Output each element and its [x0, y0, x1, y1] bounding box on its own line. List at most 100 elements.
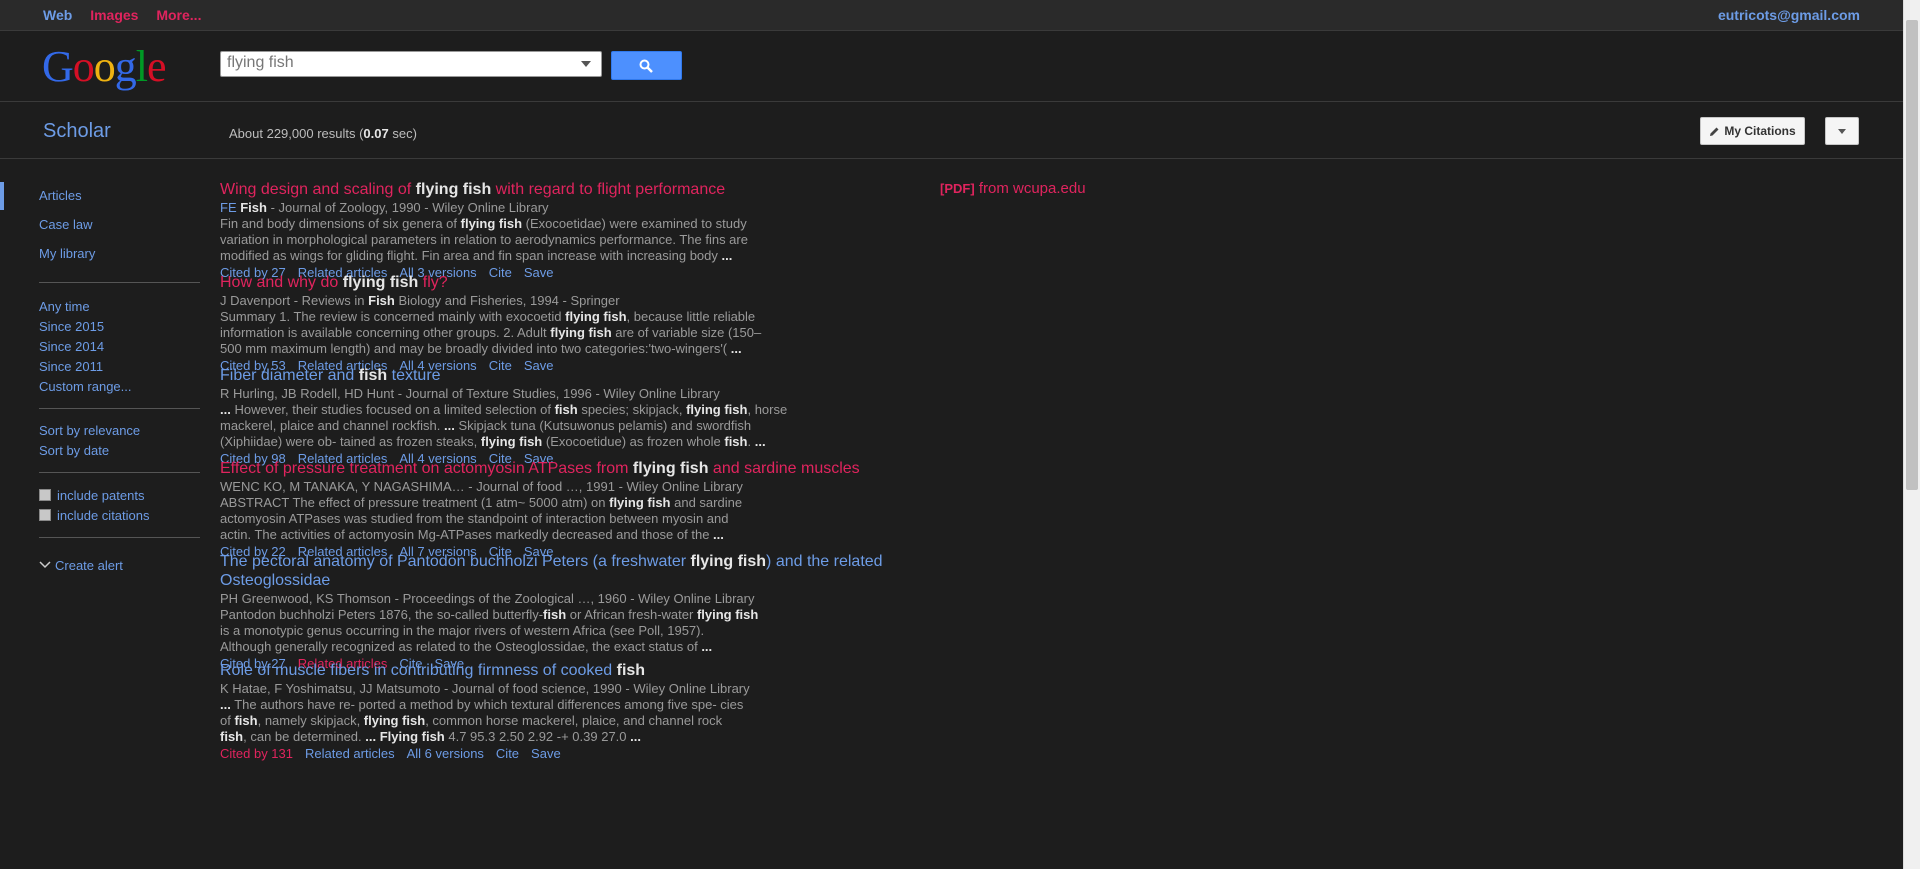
logo-letter: g: [114, 42, 137, 91]
result-title-link[interactable]: Role of muscle fibers in contributing fi…: [220, 661, 920, 680]
scrollbar-thumb[interactable]: [1906, 20, 1918, 490]
scholar-title[interactable]: Scholar: [43, 120, 111, 143]
text-segment: texture: [387, 367, 441, 384]
text-segment: fish: [554, 402, 578, 417]
text-segment: Biology and Fisheries, 1994 - Springer: [394, 293, 620, 308]
result-title-link[interactable]: The pectoral anatomy of Pantodon buchhol…: [220, 552, 920, 590]
text-segment: are of variable size (150–: [611, 325, 762, 340]
create-alert-link[interactable]: Create alert: [39, 558, 123, 573]
text-segment: Fish: [240, 200, 267, 215]
text-segment: flying fish: [363, 713, 426, 728]
text-segment: ...: [713, 527, 724, 542]
sidebar-item-sort-relevance[interactable]: Sort by relevance: [39, 423, 140, 438]
text-segment: species; skipjack,: [577, 402, 687, 417]
nav-web[interactable]: Web: [43, 7, 72, 23]
text-segment: actin. The activities of actomyosin Mg-A…: [220, 527, 714, 542]
text-segment: , horse: [747, 402, 788, 417]
sidebar-item-case-law[interactable]: Case law: [39, 217, 92, 232]
pencil-icon: [1710, 127, 1719, 136]
text-segment: flying fish: [686, 402, 748, 417]
result-snippet-line: Summary 1. The review is concerned mainl…: [220, 309, 920, 325]
text-segment: or African fresh-water: [566, 607, 697, 622]
text-segment: Summary 1. The review is concerned mainl…: [220, 309, 566, 324]
text-segment: ...: [721, 248, 733, 263]
result-authors: FE Fish - Journal of Zoology, 1990 - Wil…: [220, 200, 920, 216]
include-patents-checkbox[interactable]: [39, 489, 51, 501]
result-title-link[interactable]: Fiber diameter and fish texture: [220, 366, 920, 385]
result-snippet-line: modified as wings for gliding flight. Fi…: [220, 248, 920, 264]
my-citations-button[interactable]: My Citations: [1700, 117, 1805, 145]
sidebar-item-since-2011[interactable]: Since 2011: [39, 359, 103, 374]
account-email[interactable]: eutricots@gmail.com: [1718, 7, 1860, 23]
text-segment: The pectoral anatomy of Pantodon buchhol…: [220, 553, 691, 570]
text-segment: fish: [234, 713, 258, 728]
search-header: Google: [0, 31, 1903, 102]
result-snippet-line: ... The authors have re- ported a method…: [220, 697, 920, 713]
search-button[interactable]: [611, 51, 682, 80]
result-snippet-line: fish, can be determined. ... Flying fish…: [220, 729, 920, 745]
search-options-dropdown-icon[interactable]: [581, 61, 591, 67]
related-articles-link[interactable]: Related articles: [305, 746, 395, 761]
text-segment: flying fish: [415, 181, 492, 198]
text-segment: fish: [358, 367, 388, 384]
result-snippet-line: Fin and body dimensions of six genera of…: [220, 216, 920, 232]
result-snippet-line: of fish, namely skipjack, flying fish, c…: [220, 713, 920, 729]
logo-letter: o: [93, 42, 116, 91]
vertical-scrollbar[interactable]: [1903, 0, 1920, 869]
active-indicator: [0, 182, 4, 210]
cite-link[interactable]: Cite: [496, 746, 519, 761]
text-segment: R Hurling, JB Rodell, HD Hunt - Journal …: [220, 386, 720, 401]
result-title-link[interactable]: How and why do flying fish fly?: [220, 273, 920, 292]
search-box[interactable]: [220, 51, 602, 77]
result-stats-prefix: About 229,000 results (: [229, 126, 364, 141]
sidebar-item-any-time[interactable]: Any time: [39, 299, 90, 314]
result-title-link[interactable]: Wing design and scaling of flying fish w…: [220, 180, 920, 199]
text-segment: ...: [730, 341, 742, 356]
result-snippet-line: variation in morphological parameters in…: [220, 232, 920, 248]
search-input[interactable]: [221, 52, 573, 74]
pdf-tag: [PDF]: [940, 181, 975, 196]
result-item: Role of muscle fibers in contributing fi…: [220, 661, 920, 763]
sidebar-divider: [39, 537, 200, 538]
my-citations-label: My Citations: [1724, 124, 1796, 138]
nav-images[interactable]: Images: [90, 7, 138, 23]
account-menu-button[interactable]: [1825, 117, 1859, 145]
include-patents-option[interactable]: include patents: [39, 488, 144, 503]
result-stats-time: 0.07: [363, 126, 389, 141]
text-segment: ...: [630, 729, 641, 744]
logo-letter: l: [135, 42, 148, 91]
result-snippet-line: actomyosin ATPases was studied from the …: [220, 511, 920, 527]
top-nav: Web Images More...: [43, 7, 215, 23]
nav-more[interactable]: More...: [156, 7, 201, 23]
text-segment: Although generally recognized as related…: [220, 639, 702, 654]
text-segment: ...: [220, 697, 231, 712]
sidebar-item-articles[interactable]: Articles: [39, 188, 82, 203]
result-footer: Cited by 131 Related articles All 6 versio…: [220, 745, 920, 763]
include-citations-option[interactable]: include citations: [39, 508, 150, 523]
sidebar-item-my-library[interactable]: My library: [39, 246, 95, 261]
text-segment: Fiber diameter and: [220, 367, 359, 384]
include-citations-checkbox[interactable]: [39, 509, 51, 521]
pdf-link[interactable]: [PDF] from wcupa.edu: [940, 180, 1086, 197]
text-segment: ...: [365, 729, 377, 744]
sidebar-item-custom-range[interactable]: Custom range...: [39, 379, 132, 394]
all-versions-link[interactable]: All 6 versions: [407, 746, 484, 761]
save-link[interactable]: Save: [531, 746, 561, 761]
search-icon: [639, 59, 653, 73]
google-logo[interactable]: Google: [42, 41, 167, 92]
text-segment: ABSTRACT The effect of pressure treatmen…: [220, 495, 610, 510]
sidebar-item-sort-date[interactable]: Sort by date: [39, 443, 109, 458]
result-authors: PH Greenwood, KS Thomson - Proceedings o…: [220, 591, 920, 607]
text-segment: 500 mm maximum length) and may be broadl…: [220, 341, 731, 356]
text-segment: K Hatae, F Yoshimatsu, JJ Matsumoto - Jo…: [220, 681, 750, 696]
result-title-link[interactable]: Effect of pressure treatment on actomyos…: [220, 459, 920, 478]
result-item: The pectoral anatomy of Pantodon buchhol…: [220, 552, 920, 673]
text-segment: Role of muscle fibers in contributing fi…: [220, 662, 617, 679]
text-segment: The authors have re- ported a method by …: [230, 697, 744, 712]
logo-letter: o: [72, 42, 95, 91]
sidebar-item-since-2015[interactable]: Since 2015: [39, 319, 104, 334]
sidebar-item-since-2014[interactable]: Since 2014: [39, 339, 104, 354]
result-snippet-line: 500 mm maximum length) and may be broadl…: [220, 341, 920, 357]
cited-by-link[interactable]: Cited by 131: [220, 746, 293, 761]
text-segment: flying fish: [480, 434, 543, 449]
